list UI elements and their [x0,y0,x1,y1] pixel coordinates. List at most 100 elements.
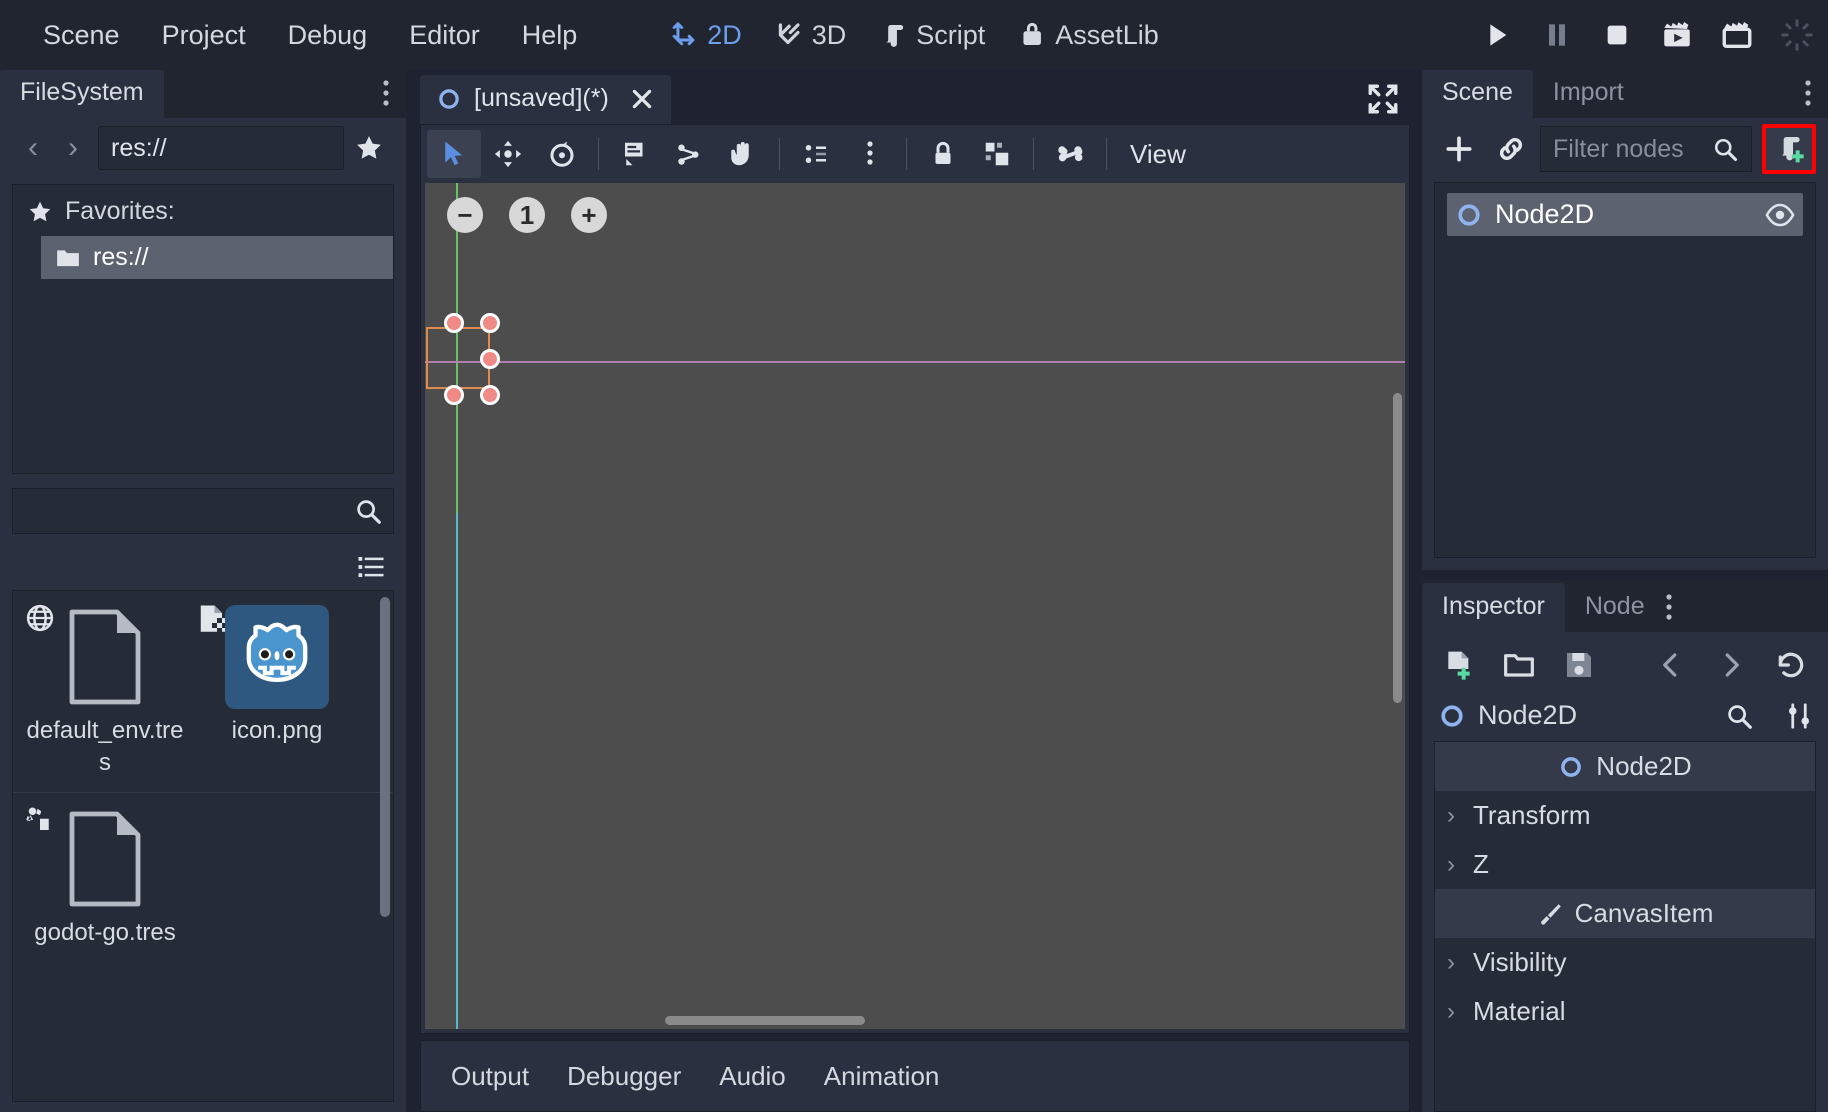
property-section-z[interactable]: › Z [1435,840,1815,889]
bottom-tab-debugger[interactable]: Debugger [551,1053,697,1100]
main-menu-bar: Scene Project Debug Editor Help 2D 3D Sc… [0,0,1828,70]
search-input[interactable] [23,497,353,525]
menu-scene[interactable]: Scene [22,14,141,57]
selection-handle-bl[interactable] [444,385,464,405]
selection-handle-r[interactable] [480,349,500,369]
history-icon[interactable] [1768,642,1814,688]
viewport-horizontal-scrollbar[interactable] [665,1016,865,1025]
play-custom-scene-icon[interactable] [1718,16,1756,54]
snap-mode-icon[interactable] [789,130,843,178]
distraction-free-icon[interactable] [1366,82,1422,124]
property-section-material[interactable]: › Material [1435,987,1815,1036]
inspector-dock: Inspector Node Node2D Node2D › Transform… [1422,580,1828,1112]
bottom-tab-audio[interactable]: Audio [703,1053,802,1100]
main-mode-3d-label: 3D [811,19,847,50]
chevron-right-icon: › [1447,801,1455,829]
menu-project[interactable]: Project [141,14,267,57]
plus-icon[interactable] [1436,126,1482,172]
vertical-dots-icon[interactable] [1665,592,1689,632]
current-path-field[interactable]: res:// [98,126,344,170]
property-section-transform[interactable]: › Transform [1435,791,1815,840]
selection-handle-tl[interactable] [444,313,464,333]
zoom-out-button[interactable]: − [447,197,483,233]
filter-nodes-field[interactable]: Filter nodes [1540,126,1752,172]
bottom-tab-animation[interactable]: Animation [808,1053,956,1100]
tab-inspector[interactable]: Inspector [1422,583,1565,632]
right-docks: Scene Import Filter nodes Node2D Inspect… [1422,69,1828,1112]
vertical-dots-icon[interactable] [382,78,406,118]
pivot-mode-icon[interactable] [662,130,716,178]
pause-icon[interactable] [1538,16,1576,54]
file-item-icon-png[interactable]: icon.png [191,597,363,792]
new-resource-icon[interactable] [1436,642,1482,688]
vertical-dots-icon[interactable] [1804,78,1828,118]
main-mode-script[interactable]: Script [866,14,997,57]
list-view-icon[interactable] [348,544,394,590]
tab-import[interactable]: Import [1533,69,1644,118]
pan-mode-icon[interactable] [716,130,770,178]
property-section-visibility[interactable]: › Visibility [1435,938,1815,987]
menu-debug[interactable]: Debug [267,14,389,57]
menu-items: Scene Project Debug Editor Help [0,14,598,57]
rotate-mode-icon[interactable] [535,130,589,178]
search-icon[interactable] [353,496,383,526]
link-icon[interactable] [1488,126,1534,172]
main-mode-3d[interactable]: 3D [762,14,859,57]
attach-script-button[interactable] [1762,124,1816,174]
file-name-label: icon.png [231,717,323,744]
file-grid-scrollbar[interactable] [380,597,390,917]
bottom-tab-output[interactable]: Output [435,1053,545,1100]
nav-back-icon[interactable]: ‹ [18,131,48,165]
scene-tab-unsaved[interactable]: [unsaved](*) [420,75,671,124]
file-item-default-env[interactable]: default_env.tres [19,597,191,792]
ruler-mode-icon[interactable] [608,130,662,178]
scene-dock-tabbar: Scene Import [1422,69,1828,118]
inspector-toolbar [1422,632,1828,696]
menu-help[interactable]: Help [501,14,599,57]
play-icon[interactable] [1478,16,1516,54]
history-forward-icon[interactable] [1708,642,1754,688]
zoom-in-button[interactable]: + [571,197,607,233]
selection-handle-tr[interactable] [480,313,500,333]
move-mode-icon[interactable] [481,130,535,178]
star-icon[interactable] [354,133,394,163]
bone-icon[interactable] [1043,130,1097,178]
editor-window: Scene Project Debug Editor Help 2D 3D Sc… [0,0,1828,1112]
filesystem-search-bar[interactable] [12,488,394,534]
search-icon[interactable] [1724,701,1754,731]
nav-forward-icon[interactable]: › [58,131,88,165]
zoom-reset-button[interactable]: 1 [509,197,545,233]
open-resource-icon[interactable] [1496,642,1542,688]
object-tools-icon[interactable] [1784,701,1814,731]
play-scene-icon[interactable] [1658,16,1696,54]
stop-icon[interactable] [1598,16,1636,54]
history-back-icon[interactable] [1648,642,1694,688]
eye-icon[interactable] [1765,200,1795,230]
snap-options-icon[interactable] [843,130,897,178]
group-icon[interactable] [970,130,1024,178]
scene-tree-row-node2d[interactable]: Node2D [1447,193,1803,236]
close-icon[interactable] [629,86,655,112]
selection-handle-br[interactable] [480,385,500,405]
lock-icon[interactable] [916,130,970,178]
save-resource-icon[interactable] [1556,642,1602,688]
workspace: FileSystem ‹ › res:// Favorites: res:// … [0,69,1828,1112]
main-mode-assetlib[interactable]: AssetLib [1005,14,1171,57]
property-category-node2d: Node2D [1435,742,1815,791]
main-mode-2d[interactable]: 2D [657,14,754,57]
file-item-godot-go[interactable]: godot-go.tres [19,799,191,961]
menu-editor[interactable]: Editor [388,14,501,57]
favorite-item-res[interactable]: res:// [41,236,393,279]
file-thumbnail [195,605,359,709]
select-mode-icon[interactable] [427,130,481,178]
scene-tabbar: [unsaved](*) [406,70,1422,124]
file-grid-row-2: godot-go.tres [13,793,393,961]
2d-viewport[interactable]: − 1 + [425,183,1405,1029]
toolbar-separator [779,138,780,170]
tab-node[interactable]: Node [1565,583,1665,632]
search-icon[interactable] [1711,135,1739,163]
tab-scene[interactable]: Scene [1422,69,1533,118]
viewport-vertical-scrollbar[interactable] [1393,393,1402,703]
view-menu-button[interactable]: View [1116,133,1200,176]
tab-filesystem[interactable]: FileSystem [0,69,164,118]
